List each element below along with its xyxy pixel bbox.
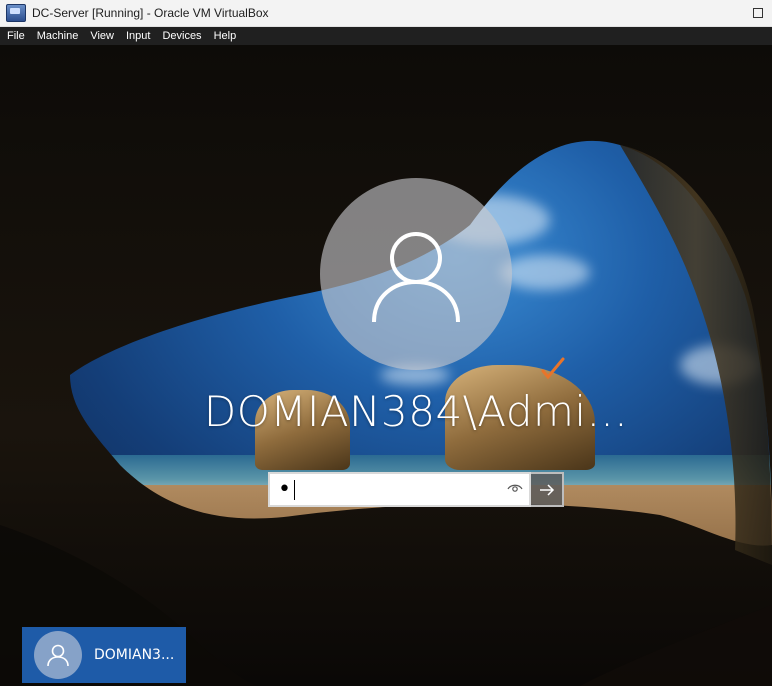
background-cloud — [500, 255, 590, 290]
vm-display[interactable]: DOMIAN384\Admi... • DOMIAN3... — [0, 45, 772, 686]
title-bar: DC-Server [Running] - Oracle VM VirtualB… — [0, 0, 772, 27]
menu-bar: File Machine View Input Devices Help — [0, 27, 772, 45]
maximize-icon — [753, 8, 763, 18]
window-controls — [744, 0, 772, 26]
background-cloud — [680, 345, 760, 385]
virtualbox-icon — [6, 4, 26, 22]
user-icon — [372, 232, 460, 323]
password-input[interactable]: • — [268, 472, 531, 507]
user-avatar-large — [320, 178, 512, 370]
maximize-button[interactable] — [744, 0, 772, 26]
arrow-right-icon — [539, 483, 554, 496]
window-title: DC-Server [Running] - Oracle VM VirtualB… — [32, 6, 269, 20]
menu-devices[interactable]: Devices — [155, 27, 206, 45]
text-caret — [293, 479, 295, 500]
menu-machine[interactable]: Machine — [30, 27, 84, 45]
password-value: • — [278, 476, 293, 502]
user-avatar-small — [34, 631, 82, 679]
user-icon — [47, 644, 69, 667]
login-username: DOMIAN384\Admi... — [203, 387, 629, 436]
submit-button[interactable] — [531, 472, 564, 507]
checkmark-icon — [541, 357, 565, 379]
menu-input[interactable]: Input — [119, 27, 155, 45]
user-tile-name: DOMIAN3... — [94, 647, 175, 663]
eye-icon[interactable] — [507, 482, 523, 494]
menu-help[interactable]: Help — [207, 27, 242, 45]
virtualbox-window: DC-Server [Running] - Oracle VM VirtualB… — [0, 0, 772, 686]
menu-file[interactable]: File — [0, 27, 30, 45]
menu-view[interactable]: View — [83, 27, 119, 45]
user-tile[interactable]: DOMIAN3... — [22, 627, 186, 683]
